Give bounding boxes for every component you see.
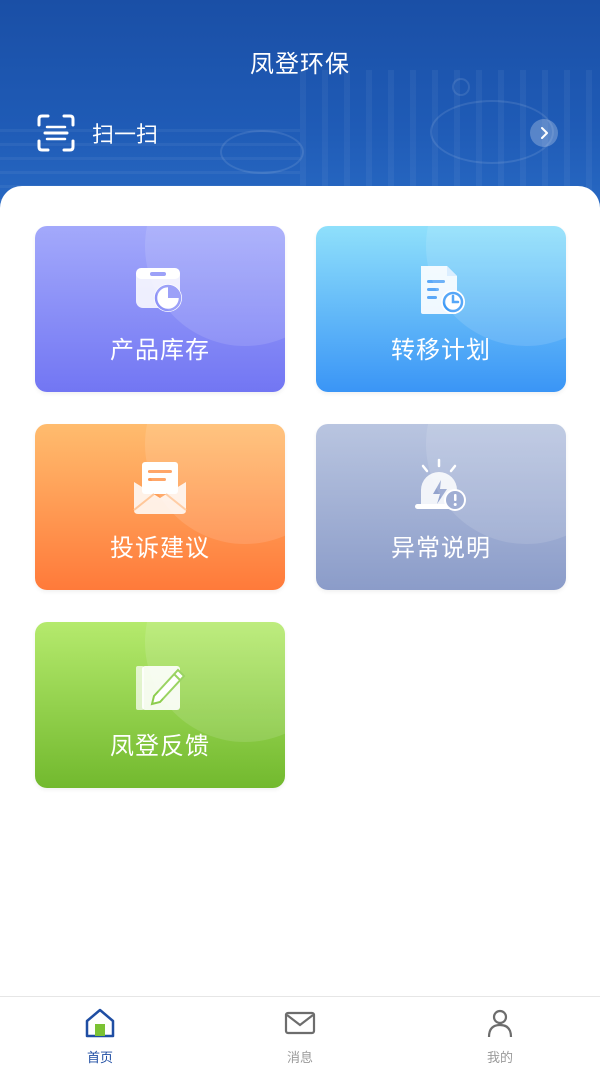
factory-light-shape [452,78,470,96]
scan-button[interactable]: 扫一扫 [36,110,564,156]
scan-label: 扫一扫 [92,123,159,148]
tab-label: 消息 [286,1051,313,1066]
tab-profile[interactable]: 我的 [440,997,560,1068]
card-transfer-plan[interactable]: 转移计划 [316,226,566,392]
card-product-inventory[interactable]: 产品库存 [35,226,285,392]
card-label: 投诉建议 [110,534,210,562]
scan-icon [36,113,76,153]
card-fengdeng-feedback[interactable]: 凤登反馈 [35,622,285,788]
document-clock-icon [409,258,473,322]
bottom-tab-bar: 首页 消息 我的 [0,996,600,1068]
card-label: 转移计划 [391,336,491,364]
main-panel: 产品库存 转移计划 投诉建议 异常说明 凤登反馈 [0,186,600,996]
card-complaint-suggestion[interactable]: 投诉建议 [35,424,285,590]
home-icon [84,1007,116,1039]
alert-lightning-icon [409,456,473,520]
mail-envelope-icon [128,456,192,520]
card-label: 异常说明 [391,534,491,562]
tab-home[interactable]: 首页 [40,997,160,1068]
tab-label: 我的 [486,1051,513,1066]
edit-note-icon [128,654,192,718]
tab-messages[interactable]: 消息 [240,997,360,1068]
chevron-right-icon[interactable] [530,119,558,147]
app-title: 凤登环保 [250,50,350,78]
card-label: 凤登反馈 [110,732,210,760]
mail-icon [284,1007,316,1039]
user-icon [484,1007,516,1039]
card-exception-explanation[interactable]: 异常说明 [316,424,566,590]
tab-label: 首页 [86,1051,113,1066]
inventory-box-icon [128,258,192,322]
card-label: 产品库存 [110,336,210,364]
